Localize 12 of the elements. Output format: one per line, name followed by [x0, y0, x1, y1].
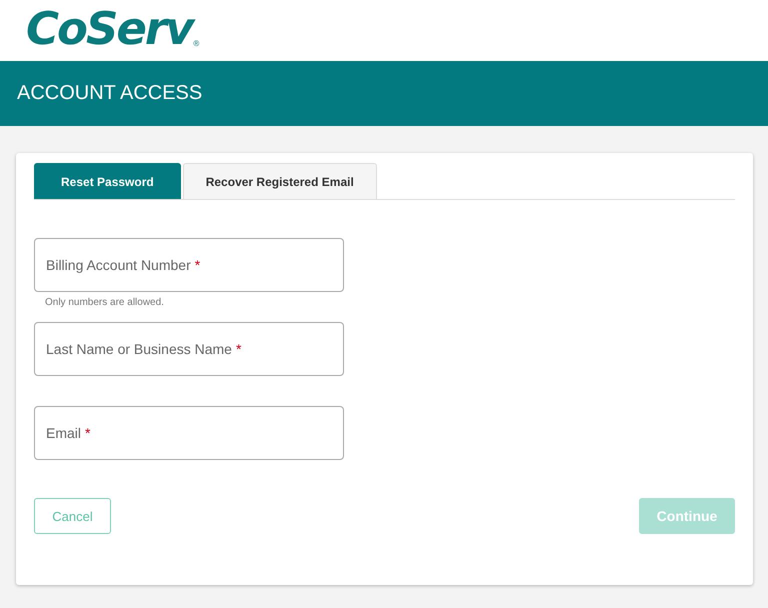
registered-mark: ®: [193, 39, 200, 48]
input-field[interactable]: Last Name or Business Name *: [34, 322, 344, 376]
page-title: ACCOUNT ACCESS: [17, 82, 202, 105]
input-field[interactable]: Email *: [34, 406, 344, 460]
required-asterisk: *: [236, 341, 242, 357]
required-asterisk: *: [85, 425, 90, 441]
tab[interactable]: Reset Password: [34, 163, 181, 199]
required-asterisk: *: [194, 257, 200, 273]
input-field[interactable]: Billing Account Number *: [34, 238, 344, 292]
field-hint: Only numbers are allowed.: [45, 297, 165, 308]
logo: CoServ: [26, 4, 192, 54]
tab[interactable]: Recover Registered Email: [182, 163, 377, 199]
